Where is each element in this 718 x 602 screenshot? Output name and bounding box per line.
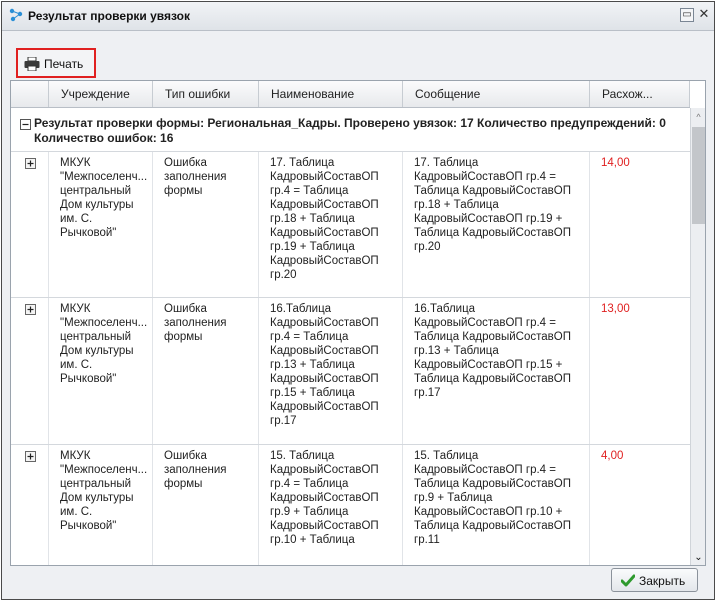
collapse-icon[interactable] (20, 119, 31, 130)
title-bar[interactable]: Результат проверки увязок ▭ ✕ (2, 2, 714, 31)
message-text: 17. Таблица КадровыйСоставОП гр.4 = Табл… (414, 157, 571, 253)
cell-message: 17. Таблица КадровыйСоставОП гр.4 = Табл… (403, 152, 590, 297)
cell-name: 15. Таблица КадровыйСоставОП гр.4 = Табл… (259, 445, 403, 565)
org-text: МКУК "Межпоселенч... центральный Дом кул… (60, 157, 148, 239)
column-header-error-type[interactable]: Тип ошибки (153, 81, 259, 107)
link-check-icon (9, 8, 23, 22)
printer-icon (24, 57, 40, 71)
org-text: МКУК "Межпоселенч... центральный Дом кул… (60, 303, 148, 385)
diff-value: 4,00 (601, 450, 624, 462)
error-type-text: Ошибка заполнения формы (164, 450, 227, 490)
print-button[interactable]: Печать (16, 48, 96, 78)
expand-icon[interactable] (25, 304, 36, 315)
cell-org: МКУК "Межпоселенч... центральный Дом кул… (49, 298, 153, 444)
checkmark-icon (621, 574, 635, 587)
error-type-text: Ошибка заполнения формы (164, 303, 227, 343)
cell-error-type: Ошибка заполнения формы (153, 152, 259, 297)
expand-icon[interactable] (25, 451, 36, 462)
row-expander-cell (11, 298, 49, 444)
scroll-down-icon[interactable]: ⌄ (693, 552, 704, 563)
scroll-up-icon[interactable]: ^ (693, 112, 704, 122)
grid-header: Учреждение Тип ошибки Наименование Сообщ… (11, 81, 690, 108)
grid-body: Результат проверки формы: Региональная_К… (11, 108, 690, 565)
cell-name: 17. Таблица КадровыйСоставОП гр.4 = Табл… (259, 152, 403, 297)
org-text: МКУК "Межпоселенч... центральный Дом кул… (60, 450, 148, 532)
column-header-name[interactable]: Наименование (259, 81, 403, 107)
cell-error-type: Ошибка заполнения формы (153, 445, 259, 565)
column-header-org[interactable]: Учреждение (49, 81, 153, 107)
diff-value: 14,00 (601, 157, 630, 169)
message-text: 16.Таблица КадровыйСоставОП гр.4 = Табли… (414, 303, 571, 399)
expand-icon[interactable] (25, 158, 36, 169)
cell-diff: 4,00 (590, 445, 690, 565)
restore-icon[interactable]: ▭ (680, 8, 694, 22)
toolbar: Печать (2, 31, 714, 78)
cell-org: МКУК "Межпоселенч... центральный Дом кул… (49, 445, 153, 565)
vertical-scrollbar[interactable]: ^ ⌄ (690, 108, 705, 565)
header-expander (11, 81, 49, 107)
table-row[interactable]: МКУК "Межпоселенч... центральный Дом кул… (11, 445, 690, 565)
name-text: 17. Таблица КадровыйСоставОП гр.4 = Табл… (270, 157, 379, 281)
close-button[interactable]: Закрыть (611, 568, 698, 592)
cell-org: МКУК "Межпоселенч... центральный Дом кул… (49, 152, 153, 297)
cell-name: 16.Таблица КадровыйСоставОП гр.4 = Табли… (259, 298, 403, 444)
cell-diff: 13,00 (590, 298, 690, 444)
error-type-text: Ошибка заполнения формы (164, 157, 227, 197)
message-text: 15. Таблица КадровыйСоставОП гр.4 = Табл… (414, 450, 571, 546)
table-row[interactable]: МКУК "Межпоселенч... центральный Дом кул… (11, 152, 690, 298)
result-window: Результат проверки увязок ▭ ✕ Печать Учр… (1, 1, 715, 600)
cell-diff: 14,00 (590, 152, 690, 297)
cell-error-type: Ошибка заполнения формы (153, 298, 259, 444)
cell-message: 16.Таблица КадровыйСоставОП гр.4 = Табли… (403, 298, 590, 444)
close-label: Закрыть (639, 574, 686, 588)
close-icon[interactable]: ✕ (697, 7, 711, 22)
row-expander-cell (11, 152, 49, 297)
group-row[interactable]: Результат проверки формы: Региональная_К… (11, 108, 690, 152)
print-label: Печать (44, 57, 84, 71)
window-title: Результат проверки увязок (28, 9, 191, 23)
name-text: 16.Таблица КадровыйСоставОП гр.4 = Табли… (270, 303, 379, 427)
row-expander-cell (11, 445, 49, 565)
cell-message: 15. Таблица КадровыйСоставОП гр.4 = Табл… (403, 445, 590, 565)
column-header-diff[interactable]: Расхож... (590, 81, 690, 107)
results-grid: Учреждение Тип ошибки Наименование Сообщ… (10, 80, 706, 566)
table-row[interactable]: МКУК "Межпоселенч... центральный Дом кул… (11, 298, 690, 445)
column-header-message[interactable]: Сообщение (403, 81, 590, 107)
scroll-thumb[interactable] (692, 127, 705, 224)
name-text: 15. Таблица КадровыйСоставОП гр.4 = Табл… (270, 450, 379, 546)
diff-value: 13,00 (601, 303, 630, 315)
group-summary: Результат проверки формы: Региональная_К… (34, 116, 666, 145)
